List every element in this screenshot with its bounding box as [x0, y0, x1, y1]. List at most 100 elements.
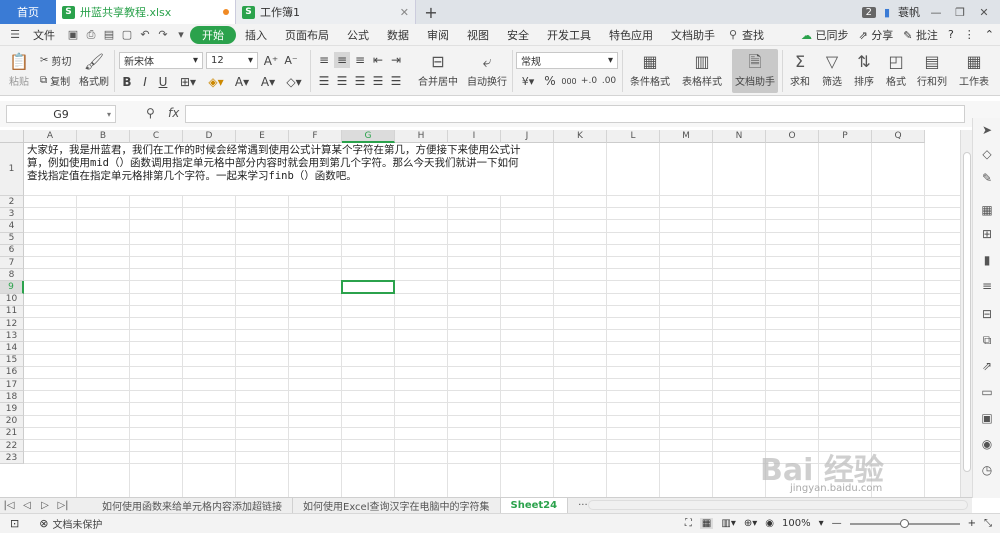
style-icon[interactable]: ✎	[979, 170, 995, 186]
menu-start[interactable]: 开始	[190, 25, 236, 44]
row-header[interactable]: 5	[0, 232, 24, 245]
select-all-corner[interactable]	[0, 130, 24, 143]
column-header[interactable]: M	[660, 130, 713, 143]
copy-button[interactable]: ⧉ 复制	[40, 72, 70, 88]
column-header[interactable]: E	[236, 130, 289, 143]
font-shrink-button[interactable]: A⁻	[282, 52, 300, 69]
table-icon[interactable]: ▦	[979, 202, 995, 218]
avatar[interactable]: ▮	[884, 6, 890, 19]
prev-sheet-icon[interactable]: ◁	[18, 500, 36, 511]
distribute-button[interactable]: ☰	[388, 73, 404, 89]
merge-center-button[interactable]: ⊟ 合并居中	[414, 50, 462, 90]
doc-tab-workbook1[interactable]: S 工作簿1 ✕	[236, 0, 416, 24]
zoom-in-icon[interactable]: +	[968, 518, 976, 529]
zoom-menu-icon[interactable]: ▾	[819, 518, 824, 529]
align-bottom-button[interactable]: ≡	[352, 52, 368, 68]
sort-button[interactable]: ⇅ 排序	[850, 50, 878, 90]
grid-icon[interactable]: ⊞	[979, 226, 995, 242]
protection-status[interactable]: 文档未保护	[52, 516, 102, 531]
settings-icon[interactable]: ≡	[979, 278, 995, 294]
row-header[interactable]: 4	[0, 220, 24, 233]
bold-button[interactable]: B	[120, 73, 134, 90]
row-header[interactable]: 1	[0, 143, 24, 196]
menu-developer[interactable]: 开发工具	[538, 27, 600, 43]
italic-button[interactable]: I	[138, 73, 152, 90]
sum-button[interactable]: Σ 求和	[786, 50, 814, 90]
column-header[interactable]: B	[77, 130, 130, 143]
row-header[interactable]: 8	[0, 269, 24, 282]
restore-icon[interactable]: ❐	[952, 6, 968, 19]
align-middle-button[interactable]: ≡	[334, 52, 350, 68]
row-header[interactable]: 2	[0, 196, 24, 209]
font-color-button[interactable]: A▾	[230, 73, 254, 90]
export-icon[interactable]: ⇗	[979, 358, 995, 374]
doc-tab-shared-tutorial[interactable]: S 卅蓝共享教程.xlsx	[56, 0, 236, 24]
backup-icon[interactable]: ⧉	[979, 332, 995, 348]
menu-file[interactable]: 文件	[24, 27, 64, 43]
menu-security[interactable]: 安全	[498, 27, 538, 43]
help-button[interactable]: ?	[948, 28, 954, 41]
align-left-button[interactable]: ☰	[316, 73, 332, 89]
column-header[interactable]: J	[501, 130, 554, 143]
menu-doc-helper[interactable]: 文档助手	[662, 27, 724, 43]
justify-button[interactable]: ☰	[370, 73, 386, 89]
close-icon[interactable]: ✕	[400, 6, 409, 19]
row-header[interactable]: 7	[0, 257, 24, 270]
name-box[interactable]: G9 ▾	[6, 105, 116, 123]
font-size-select[interactable]: 12 ▾	[206, 52, 258, 69]
window-count-badge[interactable]: 2	[861, 6, 876, 18]
vertical-scrollbar[interactable]	[960, 130, 972, 497]
column-header[interactable]: K	[554, 130, 607, 143]
close-window-icon[interactable]: ✕	[976, 6, 992, 19]
row-header[interactable]: 19	[0, 403, 24, 416]
search-icon[interactable]: ⚲	[724, 28, 742, 41]
comment-button[interactable]: ✎ 批注	[903, 27, 938, 43]
format-painter-button[interactable]: 🖌 格式刷	[78, 50, 110, 90]
underline-button[interactable]: U	[156, 73, 170, 90]
cursor-icon[interactable]: ➤	[979, 122, 995, 138]
column-header[interactable]: Q	[872, 130, 925, 143]
column-header[interactable]: G	[342, 130, 395, 143]
align-right-button[interactable]: ☰	[352, 73, 368, 89]
row-header[interactable]: 16	[0, 366, 24, 379]
filter-button[interactable]: ▽ 筛选	[818, 50, 846, 90]
formula-input[interactable]	[185, 105, 965, 123]
column-header[interactable]: L	[607, 130, 660, 143]
table-style-button[interactable]: ▥ 表格样式	[678, 50, 726, 90]
normal-view-icon[interactable]: ▦	[699, 518, 714, 529]
thousands-button[interactable]: 000	[560, 73, 578, 89]
minimize-icon[interactable]: —	[928, 6, 944, 19]
indent-decrease-button[interactable]: ⇤	[370, 52, 386, 68]
cut-button[interactable]: ✂ 剪切	[40, 52, 71, 68]
sheet-tab-sheet24[interactable]: Sheet24	[500, 497, 569, 514]
zoom-slider-knob[interactable]	[899, 518, 909, 528]
clear-button[interactable]: ◇▾	[282, 73, 306, 90]
column-header[interactable]: N	[713, 130, 766, 143]
decimal-increase-button[interactable]: +.0	[580, 73, 598, 89]
redo-icon[interactable]: ↷	[154, 28, 172, 41]
shapes-icon[interactable]: ◇	[979, 146, 995, 162]
new-tab-button[interactable]: +	[416, 0, 446, 24]
row-header[interactable]: 18	[0, 391, 24, 404]
collapse-icon[interactable]: ⌃	[985, 28, 994, 41]
number-format-select[interactable]: 常规 ▾	[516, 52, 618, 69]
row-header[interactable]: 15	[0, 354, 24, 367]
menu-formula[interactable]: 公式	[338, 27, 378, 43]
currency-button[interactable]: ¥▾	[518, 73, 538, 89]
doc-helper-button[interactable]: 🗎 文档助手	[732, 50, 778, 90]
zoom-out-icon[interactable]: —	[832, 518, 842, 529]
column-header[interactable]: P	[819, 130, 872, 143]
percent-button[interactable]: %	[542, 73, 558, 89]
spreadsheet-grid[interactable]: A B C D E F G H I J K L M N O P Q 1 2 3 4 5 6 7 8 9 10 11 12 13 14 15 16…	[0, 130, 960, 497]
menu-special[interactable]: 特色应用	[600, 27, 662, 43]
column-header[interactable]: H	[395, 130, 448, 143]
resize-grip-icon[interactable]: ⤡	[984, 518, 992, 529]
menu-insert[interactable]: 插入	[236, 27, 276, 43]
menu-view[interactable]: 视图	[458, 27, 498, 43]
row-header[interactable]: 11	[0, 305, 24, 318]
format-button[interactable]: ◰ 格式	[882, 50, 910, 90]
more-icon[interactable]: ⋮	[964, 28, 975, 41]
align-center-button[interactable]: ☰	[334, 73, 350, 89]
column-header[interactable]: A	[24, 130, 77, 143]
font-grow-button[interactable]: A⁺	[262, 52, 280, 69]
